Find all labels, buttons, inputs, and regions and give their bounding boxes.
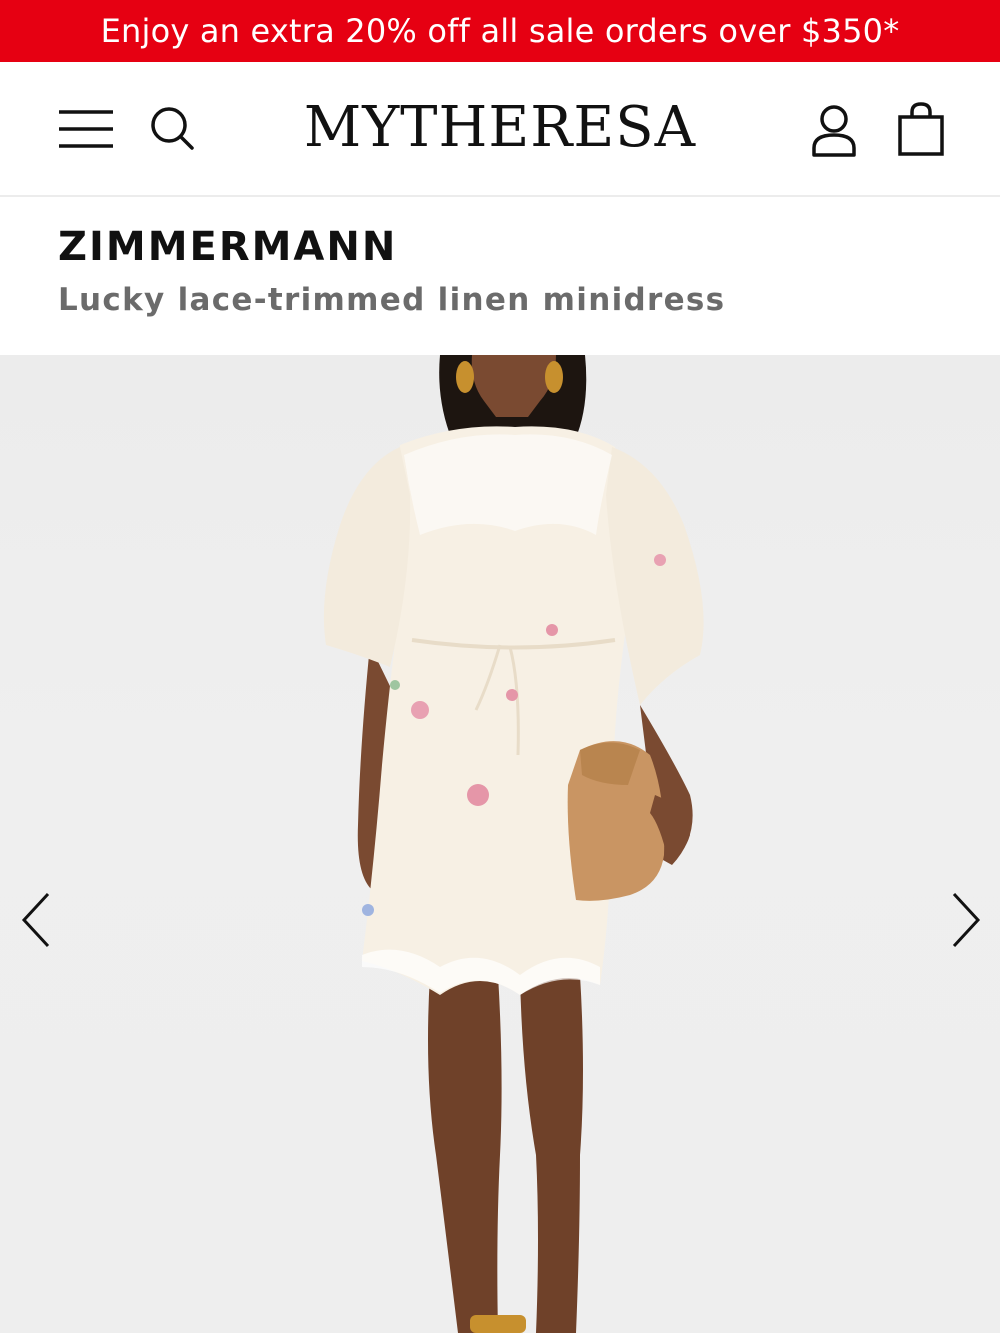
product-heading: ZIMMERMANN Lucky lace-trimmed linen mini… <box>0 198 1000 355</box>
promo-banner[interactable]: Enjoy an extra 20% off all sale orders o… <box>0 0 1000 62</box>
shopping-bag-icon <box>898 102 944 156</box>
next-image-button[interactable] <box>942 885 986 955</box>
bag-button[interactable] <box>894 100 948 158</box>
product-image-gallery[interactable] <box>0 355 1000 1333</box>
product-name: Lucky lace-trimmed linen minidress <box>58 282 726 318</box>
previous-image-button[interactable] <box>16 885 60 955</box>
chevron-left-icon <box>21 892 50 948</box>
site-logo[interactable]: MYTHERESA <box>250 92 750 162</box>
brand-name[interactable]: ZIMMERMANN <box>58 224 397 270</box>
hamburger-menu-icon <box>59 110 113 148</box>
search-icon <box>151 107 194 150</box>
account-button[interactable] <box>808 102 860 158</box>
chevron-right-icon <box>952 892 981 948</box>
site-header: MYTHERESA <box>0 62 1000 197</box>
promo-text: Enjoy an extra 20% off all sale orders o… <box>100 12 900 50</box>
product-image <box>323 355 704 1333</box>
user-icon <box>812 105 856 157</box>
menu-button[interactable] <box>56 107 116 153</box>
search-button[interactable] <box>148 104 198 154</box>
